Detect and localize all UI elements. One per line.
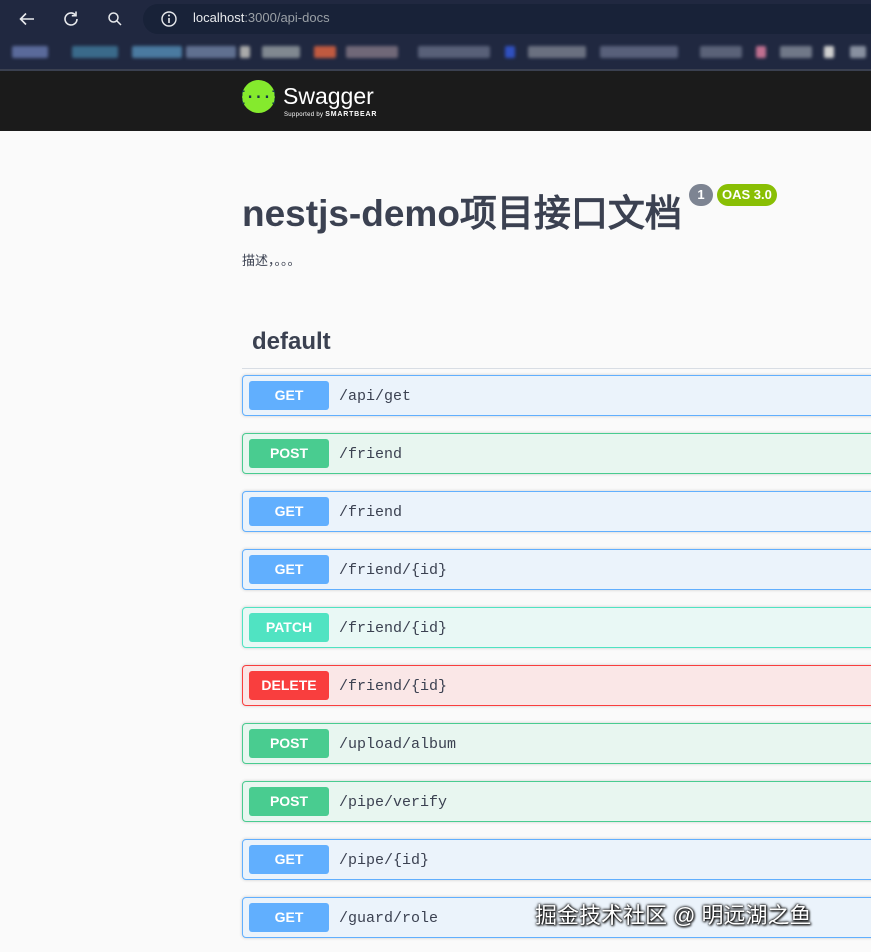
search-icon[interactable] <box>105 9 125 29</box>
bookmark-item[interactable] <box>528 46 586 58</box>
bookmark-item[interactable] <box>600 46 678 58</box>
back-arrow-icon[interactable] <box>17 9 37 29</box>
bookmark-item[interactable] <box>12 46 48 58</box>
bookmark-item[interactable] <box>850 46 866 58</box>
operation-get-friend[interactable]: GET /friend <box>242 491 871 532</box>
operation-post-upload-album[interactable]: POST /upload/album <box>242 723 871 764</box>
method-badge: GET <box>249 903 329 932</box>
version-badge: 1 <box>689 184 713 206</box>
operation-path: /friend/{id} <box>339 678 448 695</box>
bookmark-item[interactable] <box>186 46 236 58</box>
tag-divider <box>242 368 871 369</box>
svg-text:{···}: {···} <box>242 90 275 106</box>
swagger-logo-icon: {···} <box>237 80 280 113</box>
logo-sub-prefix: Supported by <box>284 112 326 118</box>
operation-path: /pipe/verify <box>339 794 448 811</box>
bookmark-item[interactable] <box>505 46 515 58</box>
operation-patch-friend-id[interactable]: PATCH /friend/{id} <box>242 607 871 648</box>
operation-path: /guard/role <box>339 910 439 927</box>
url-path: :3000/api-docs <box>244 10 330 25</box>
bookmark-item[interactable] <box>314 46 336 58</box>
method-badge: POST <box>249 439 329 468</box>
operation-get-api-get[interactable]: GET /api/get <box>242 375 871 416</box>
operation-path: /friend <box>339 504 403 521</box>
api-title: nestjs-demo项目接口文档 <box>242 193 682 234</box>
operation-post-pipe-verify[interactable]: POST /pipe/verify <box>242 781 871 822</box>
method-badge: POST <box>249 729 329 758</box>
operation-delete-friend-id[interactable]: DELETE /friend/{id} <box>242 665 871 706</box>
bookmark-item[interactable] <box>824 46 834 58</box>
operation-path: /friend/{id} <box>339 562 448 579</box>
swagger-topbar <box>0 71 871 131</box>
bookmark-item[interactable] <box>756 46 766 58</box>
method-badge: GET <box>249 555 329 584</box>
method-badge: POST <box>249 787 329 816</box>
bookmark-item[interactable] <box>72 46 118 58</box>
operation-path: /friend/{id} <box>339 620 448 637</box>
bookmark-item[interactable] <box>240 46 250 58</box>
method-badge: GET <box>249 497 329 526</box>
method-badge: DELETE <box>249 671 329 700</box>
method-badge: PATCH <box>249 613 329 642</box>
watermark: 掘金技术社区 @ 明远湖之鱼 <box>535 903 812 928</box>
swagger-logo-subtitle: Supported by SMARTBEAR <box>284 111 377 118</box>
reload-icon[interactable] <box>61 9 81 29</box>
swagger-logo-text: Swagger <box>283 83 374 109</box>
operation-path: /friend <box>339 446 403 463</box>
logo-sub-brand: SMARTBEAR <box>325 111 378 118</box>
operation-path: /api/get <box>339 388 412 405</box>
url-text[interactable]: localhost:3000/api-docs <box>193 10 330 25</box>
operation-path: /pipe/{id} <box>339 852 430 869</box>
bookmark-item[interactable] <box>780 46 812 58</box>
bookmark-item[interactable] <box>700 46 742 58</box>
api-description: 描述，。。。 <box>242 253 301 268</box>
bookmark-item[interactable] <box>418 46 490 58</box>
url-host: localhost <box>193 10 245 25</box>
method-badge: GET <box>249 845 329 874</box>
oas-badge: OAS 3.0 <box>717 184 777 206</box>
site-info-icon[interactable] <box>160 10 178 28</box>
method-badge: GET <box>249 381 329 410</box>
bookmark-item[interactable] <box>262 46 300 58</box>
operation-post-friend[interactable]: POST /friend <box>242 433 871 474</box>
operation-path: /upload/album <box>339 736 457 753</box>
operation-get-friend-id[interactable]: GET /friend/{id} <box>242 549 871 590</box>
tag-default-header[interactable]: default <box>252 328 331 356</box>
browser-toolbar: localhost:3000/api-docs <box>0 0 871 71</box>
bookmarks-bar <box>0 38 871 66</box>
bookmark-item[interactable] <box>346 46 398 58</box>
bookmark-item[interactable] <box>132 46 182 58</box>
operation-get-pipe-id[interactable]: GET /pipe/{id} <box>242 839 871 880</box>
